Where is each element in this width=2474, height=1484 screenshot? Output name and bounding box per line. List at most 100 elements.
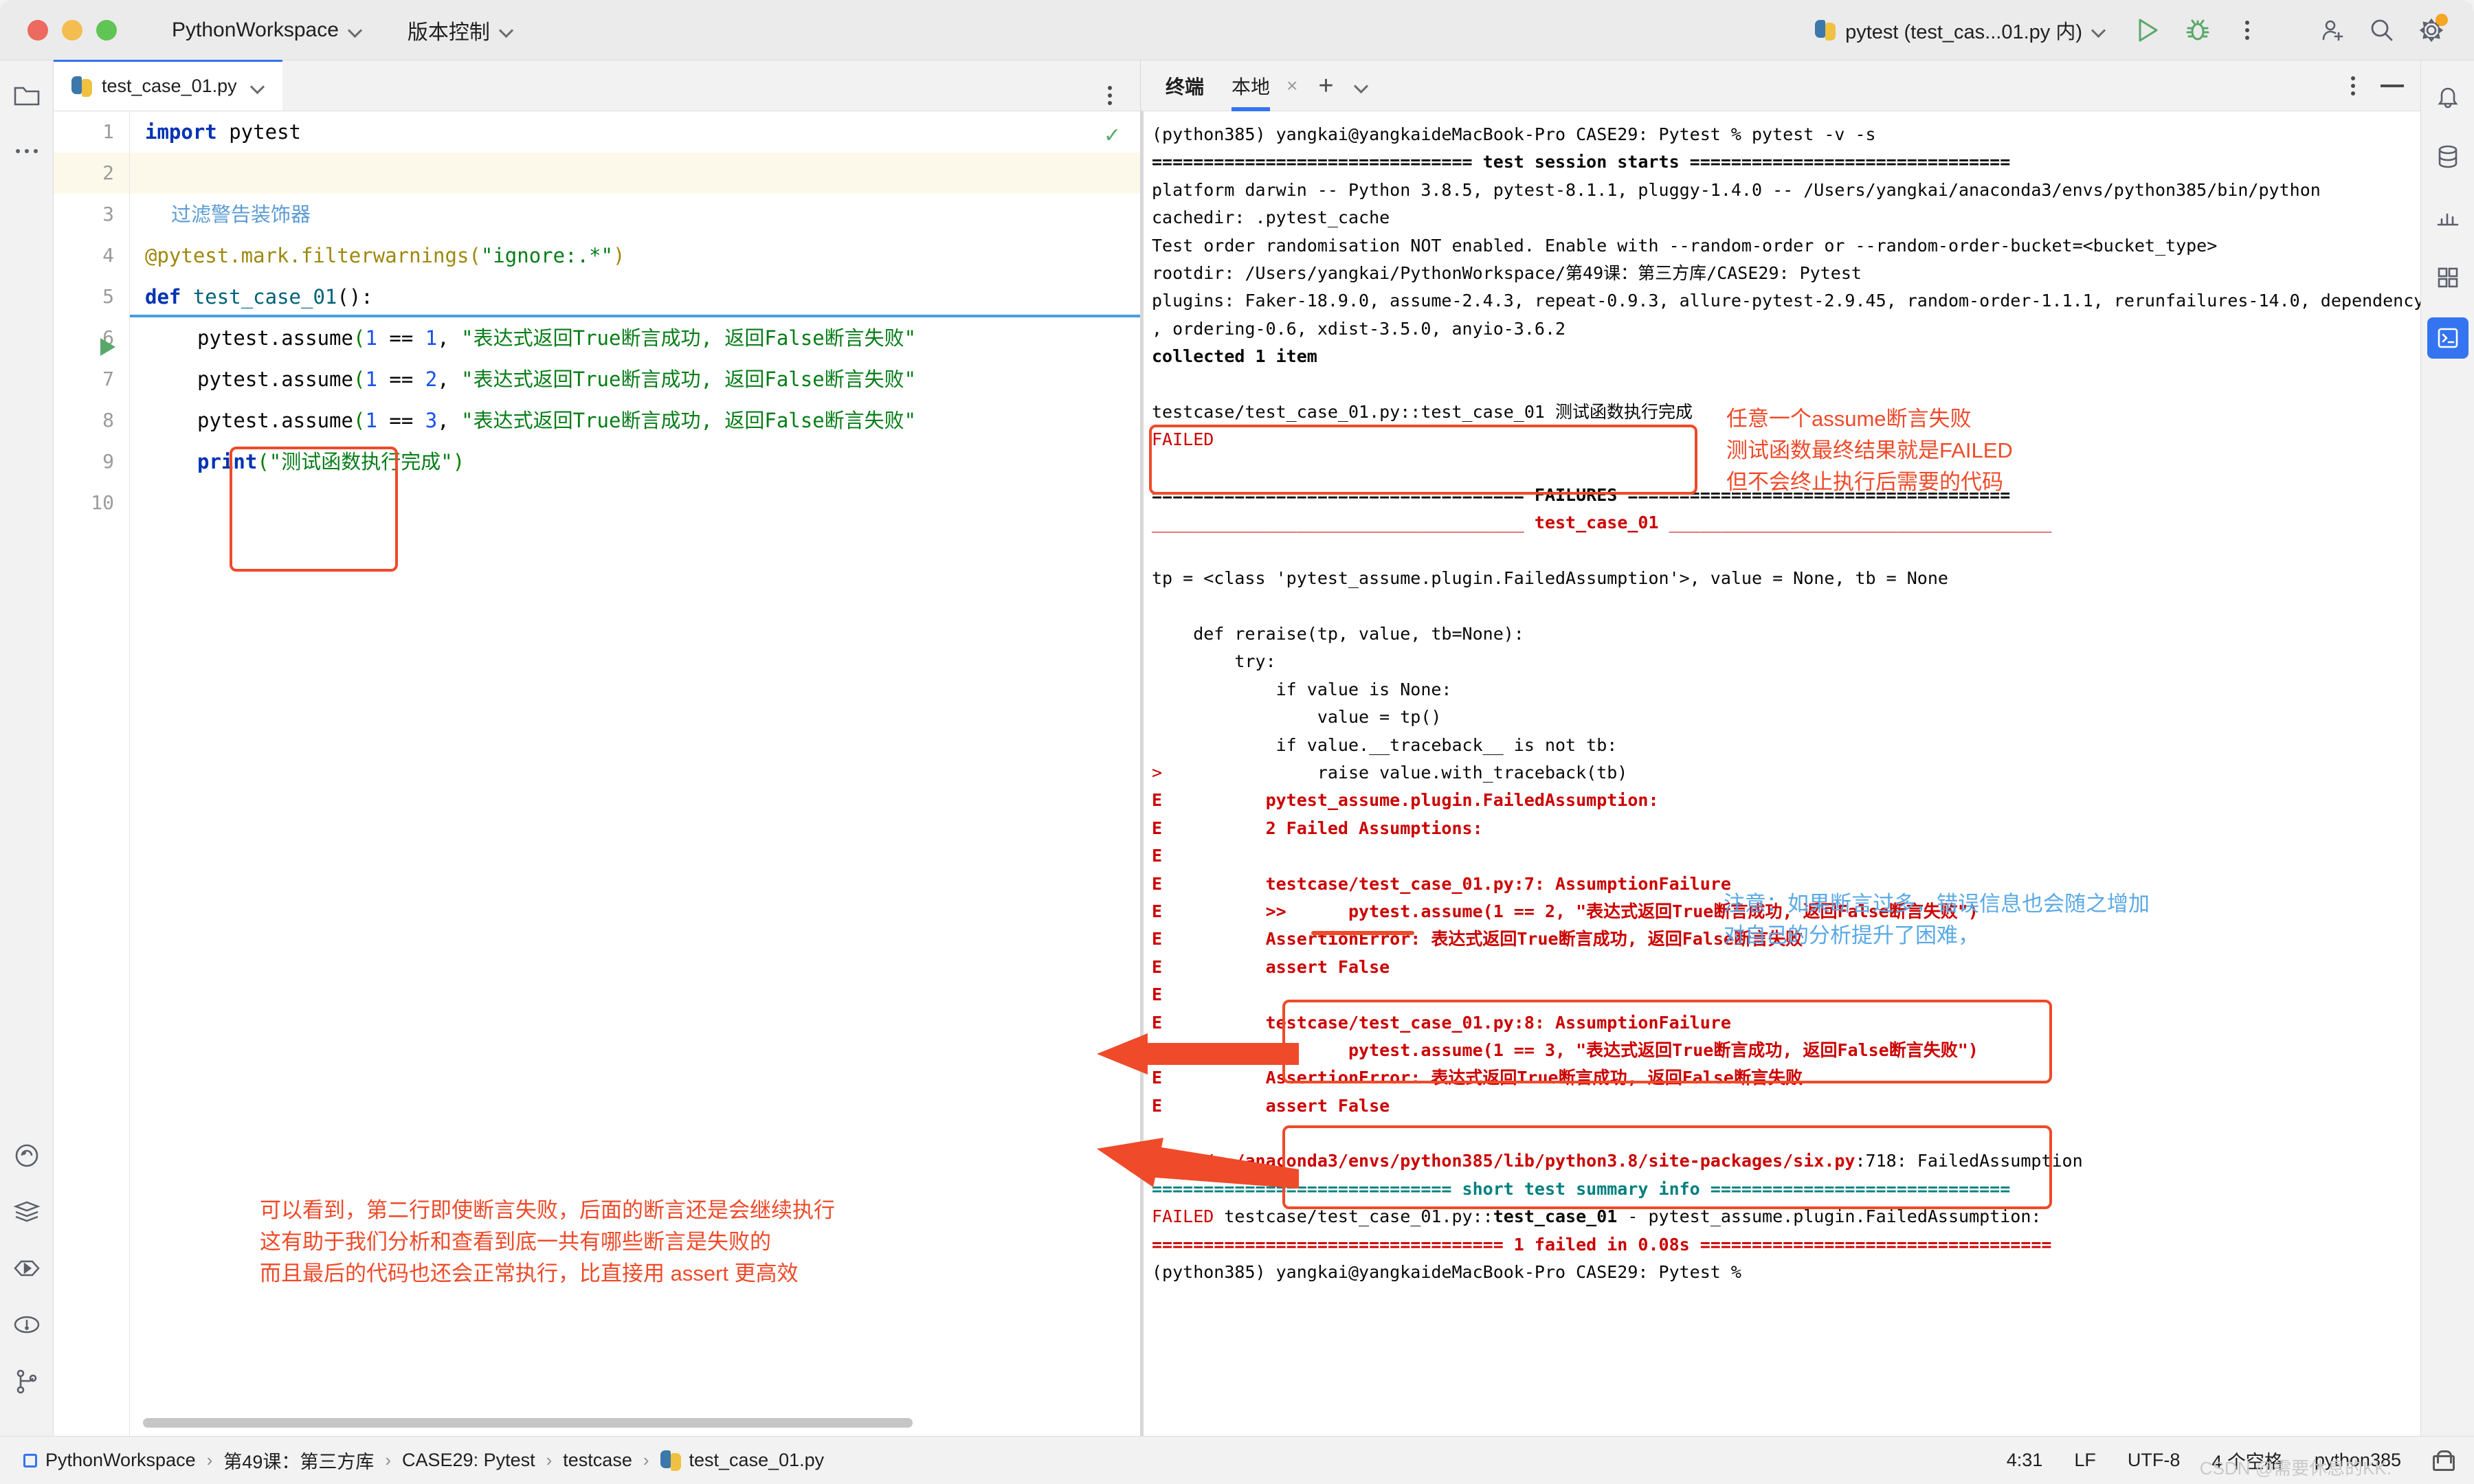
terminal-options-button[interactable] xyxy=(2338,71,2368,101)
line-number-gutter: 1 2 3 4 5 6 7 8 9 10 xyxy=(54,111,129,1436)
breadcrumb-separator: › xyxy=(206,1450,213,1470)
settings-button[interactable] xyxy=(2412,11,2451,49)
terminal-line: platform darwin -- Python 3.8.5, pytest-… xyxy=(1152,179,2321,200)
editor-horizontal-scrollbar[interactable] xyxy=(143,1418,913,1428)
title-bar: PythonWorkspace 版本控制 pytest (test_cas...… xyxy=(0,0,2474,60)
code-line-2 xyxy=(130,153,1140,194)
problems-icon[interactable] xyxy=(8,1305,46,1344)
code-line-4: @pytest.mark.filterwarnings("ignore:.*") xyxy=(145,244,625,267)
window-controls[interactable] xyxy=(27,19,117,41)
vcs-label: 版本控制 xyxy=(407,21,490,44)
run-gutter-icon[interactable] xyxy=(100,338,115,356)
structure-icon[interactable] xyxy=(2427,257,2469,298)
breadcrumb-separator: › xyxy=(546,1450,553,1470)
failed-assumptions-underline xyxy=(1311,931,1414,935)
terminal-error-line: E >> pytest.assume(1 == 3, "表达式返回True断言成… xyxy=(1152,1039,1979,1060)
chevron-down-icon[interactable] xyxy=(251,80,265,93)
profiler-icon[interactable] xyxy=(2427,196,2469,238)
run-tool-icon[interactable] xyxy=(8,1249,46,1288)
terminal-line-prompt: (python385) yangkai@yangkaideMacBook-Pro… xyxy=(1152,124,1876,144)
code-line-6: pytest.assume(1 == 1, "表达式返回True断言成功, 返回… xyxy=(197,326,917,350)
database-icon[interactable] xyxy=(8,1193,46,1231)
breadcrumb-item-project[interactable]: PythonWorkspace xyxy=(23,1450,196,1471)
lock-icon[interactable] xyxy=(2433,1450,2455,1471)
terminal-line: plugins: Faker-18.9.0, assume-2.4.3, rep… xyxy=(1152,291,2420,311)
line-number: 4 xyxy=(102,244,114,267)
debug-button[interactable] xyxy=(2178,11,2217,49)
editor-more-button[interactable] xyxy=(1095,80,1125,111)
arrow-to-annotation-2 xyxy=(1097,1138,1299,1189)
editor-tab-bar: test_case_01.py xyxy=(54,60,1140,111)
chevron-down-icon xyxy=(2092,23,2106,37)
terminal-line: if value is None: xyxy=(1152,679,1452,699)
terminal-line-failure-header: ____________________________________ tes… xyxy=(1152,513,2052,533)
chevron-down-icon[interactable] xyxy=(1355,79,1368,93)
breadcrumb-separator: › xyxy=(385,1450,392,1470)
editor-annotation-line-2: 这有助于我们分析和查看到底一共有哪些断言是失败的 xyxy=(260,1230,771,1254)
line-number: 1 xyxy=(102,120,114,143)
terminal-tab-local[interactable]: 本地 xyxy=(1232,60,1271,111)
terminal-line-prompt-end: (python385) yangkai@yangkaideMacBook-Pro… xyxy=(1152,1262,1741,1283)
minimize-window-button[interactable] xyxy=(62,19,82,41)
terminal-title: 终端 xyxy=(1166,76,1205,98)
chevron-down-icon xyxy=(348,23,362,37)
line-number: 8 xyxy=(102,409,114,431)
notifications-icon[interactable] xyxy=(2427,76,2469,117)
database-tool-icon[interactable] xyxy=(2427,136,2469,177)
close-terminal-tab-button[interactable]: × xyxy=(1286,75,1297,97)
terminal-output[interactable]: (python385) yangkai@yangkaideMacBook-Pro… xyxy=(1141,111,2420,1436)
terminal-annotation-blue-1: 注意：如果断言过多，错误信息也会随之增加 xyxy=(1724,892,2150,916)
line-number: 2 xyxy=(54,153,129,194)
terminal-line: cachedir: .pytest_cache xyxy=(1152,207,1390,228)
breadcrumb-item-case[interactable]: CASE29: Pytest xyxy=(402,1450,535,1471)
terminal-line: value = tp() xyxy=(1152,707,1442,728)
run-button[interactable] xyxy=(2129,11,2167,49)
code-editor[interactable]: 1 2 3 4 5 6 7 8 9 10 import pytest 过滤警告装 xyxy=(54,111,1140,1436)
vcs-menu[interactable]: 版本控制 xyxy=(401,15,520,45)
terminal-line: , ordering-0.6, xdist-3.5.0, anyio-3.6.2 xyxy=(1152,318,1566,339)
terminal-error-line: E assert False xyxy=(1152,956,1390,977)
terminal-tool-icon[interactable] xyxy=(2427,317,2469,359)
run-configuration-selector[interactable]: pytest (test_cas...01.py 内) xyxy=(1815,16,2106,45)
chevron-down-icon xyxy=(500,23,513,37)
add-user-button[interactable] xyxy=(2313,11,2352,49)
line-number: 7 xyxy=(102,368,114,390)
left-tool-rail xyxy=(0,60,54,1436)
terminal-line: Test order randomisation NOT enabled. En… xyxy=(1152,235,2218,256)
breadcrumb-item-lesson[interactable]: 第49课：第三方库 xyxy=(223,1447,374,1474)
breadcrumb-item-testcase[interactable]: testcase xyxy=(563,1450,632,1471)
line-number: 5 xyxy=(102,285,114,308)
search-button[interactable] xyxy=(2363,11,2401,49)
right-tool-rail xyxy=(2420,60,2474,1436)
editor-tab-test-case-01[interactable]: test_case_01.py xyxy=(54,60,282,111)
project-tool-icon[interactable] xyxy=(8,76,46,114)
project-selector[interactable]: PythonWorkspace xyxy=(165,19,369,42)
hide-terminal-button[interactable] xyxy=(2381,84,2404,87)
python-console-icon[interactable] xyxy=(8,1136,46,1175)
more-tool-windows-icon[interactable] xyxy=(8,132,46,170)
ide-window: PythonWorkspace 版本控制 pytest (test_cas...… xyxy=(0,0,2474,1484)
inspection-ok-icon[interactable]: ✓ xyxy=(1104,124,1121,148)
file-encoding[interactable]: UTF-8 xyxy=(2128,1450,2181,1471)
code-line-9: print("测试函数执行完成") xyxy=(197,450,465,473)
python-file-icon xyxy=(660,1450,681,1471)
maximize-window-button[interactable] xyxy=(96,19,117,41)
status-bar: PythonWorkspace › 第49课：第三方库 › CASE29: Py… xyxy=(0,1436,2474,1484)
more-actions-button[interactable] xyxy=(2228,11,2266,49)
editor-annotation-line-1: 可以看到，第二行即使断言失败，后面的断言还是会继续执行 xyxy=(260,1198,835,1222)
new-terminal-button[interactable]: + xyxy=(1318,73,1333,99)
terminal-tab-label: 本地 xyxy=(1232,76,1271,98)
code-line-3: 过滤警告装饰器 xyxy=(171,203,311,226)
main-body: test_case_01.py 1 2 3 4 5 6 7 8 9 10 imp… xyxy=(0,60,2474,1436)
close-window-button[interactable] xyxy=(27,19,48,41)
caret-position[interactable]: 4:31 xyxy=(2007,1450,2043,1471)
terminal-error-line: E xyxy=(1152,985,1163,1005)
version-control-icon[interactable] xyxy=(8,1362,46,1400)
line-separator[interactable]: LF xyxy=(2074,1450,2096,1471)
line-number: 6 xyxy=(102,326,114,349)
terminal-line: try: xyxy=(1152,651,1276,672)
terminal-line-summary: FAILED testcase/test_case_01.py::test_ca… xyxy=(1152,1206,2042,1227)
breadcrumb-item-file[interactable]: test_case_01.py xyxy=(660,1450,824,1471)
